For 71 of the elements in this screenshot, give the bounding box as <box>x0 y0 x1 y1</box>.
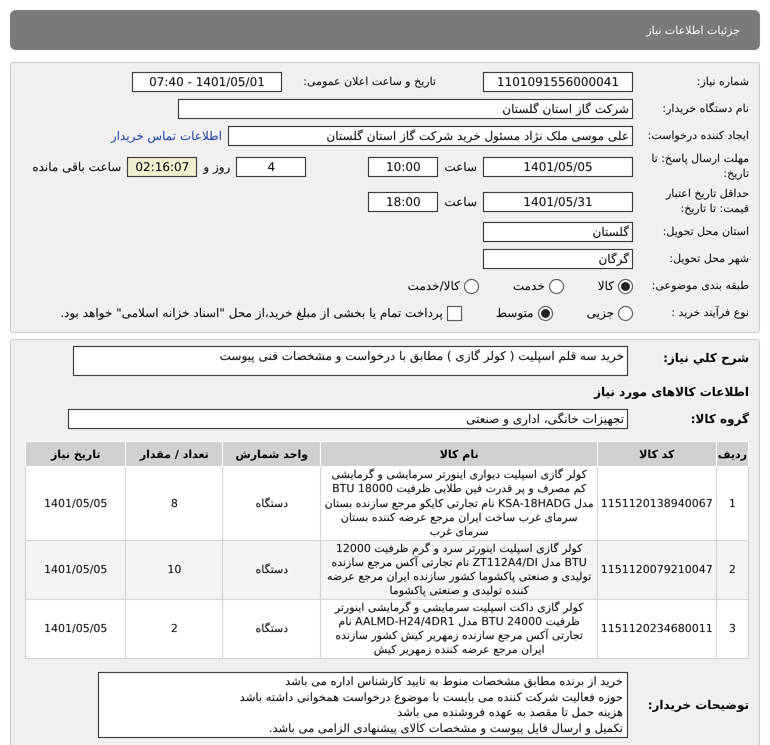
city-field: گرگان <box>483 249 633 270</box>
remaining-time-field: 02:16:07 <box>127 156 198 177</box>
table-cell: 2 <box>126 600 223 659</box>
option-label: کالا/خدمت <box>408 279 460 294</box>
table-cell: 1401/05/05 <box>26 600 126 659</box>
radio-button[interactable] <box>464 278 479 294</box>
table-cell: 1151120138940067 <box>597 466 716 540</box>
buyer-notes-field: خرید از برنده مطابق مشخصات منوط به تایید کارشناس اداره می باشد حوزه فعالیت شرکت کننده می بایست با موضوع درخواست همخوانی داشته باشد هزینه حمل تا مقصد به عهده فروشنده می باشد تکمیل و ارسال فایل پیوست و مشخصات کالای پیشنهادی الزامی می باشد. <box>98 672 628 738</box>
field-label: طبقه بندی موضوعی: <box>650 278 749 294</box>
province-field: گلستان <box>483 222 633 242</box>
field-label: گروه کالا: <box>690 411 749 428</box>
validity-date-field: 1401/05/31 <box>483 192 633 212</box>
table-cell: دستگاه <box>222 540 321 600</box>
checkbox-label: پرداخت تمام یا بخشی از مبلغ خرید،از محل "اسناد خزانه اسلامی" خواهد بود. <box>60 306 443 320</box>
validity-time-field: 18:00 <box>368 192 438 212</box>
contact-link[interactable]: اطلاعات تماس خریدار <box>110 129 222 143</box>
goods-group-field: تجهیزات خانگی، اداری و صنعتی <box>68 409 628 430</box>
table-cell: 1151120234680011 <box>597 600 716 659</box>
need-number-field: 1101091556000041 <box>483 72 633 92</box>
radio-button[interactable] <box>618 278 633 294</box>
table-cell: کولر گازی اسپلیت دیواری اینورتر سرمایشی و گرمایشی کم مصرف و پر قدرت فین طلایی ظرفیت 18000 BTU مدل KSA-18HADG نام تجارتی کایکو مرجع سازنده بستان سرمای غرب ساخت ایران مرجع عرضه کننده بستان سرمای غرب <box>320 466 598 540</box>
field-label: استان محل تحویل: <box>662 224 749 240</box>
days-label: روز و <box>203 160 230 174</box>
field-label: نوع فرآیند خرید : <box>670 306 749 321</box>
field-label: توضیحات خریدار: <box>646 697 749 714</box>
option-label: جزیی <box>586 306 614 320</box>
announce-date-field: 1401/05/01 - 07:40 <box>132 72 282 92</box>
field-label: شرح کلي نياز: <box>662 350 749 367</box>
column-header: ردیف <box>716 442 748 467</box>
time-label: ساعت <box>444 160 477 174</box>
checkbox[interactable] <box>446 306 462 321</box>
option-label: متوسط <box>496 306 534 320</box>
field-label: نام دستگاه خریدار: <box>661 102 749 116</box>
days-field: 4 <box>236 156 306 177</box>
option-label: خدمت <box>512 279 545 294</box>
column-header: کد کالا <box>597 442 716 467</box>
table-cell: کولر گازی داکت اسپلیت سرمایشی و گرمایشی اینورتر ظرفیت 24000 BTU مدل AALMD-H24/4DR1 نام تجارتی آکس مرجع سازنده زمهریر کیش کشور سازنده ایران مرجع عرضه کننده زمهریر کیش <box>320 600 598 659</box>
column-header: واحد شمارش <box>222 442 321 467</box>
table-cell: دستگاه <box>222 466 321 540</box>
section-heading: اطلاعات کالاهای مورد نیاز <box>592 385 749 400</box>
deadline-time-field: 10:00 <box>368 156 438 177</box>
field-label: شهر محل تحویل: <box>668 252 749 267</box>
table-cell: 3 <box>716 600 748 659</box>
radio-button[interactable] <box>618 306 633 321</box>
table-cell: 1401/05/05 <box>26 466 126 540</box>
column-header: نام کالا <box>320 442 598 467</box>
table-cell: 1 <box>716 466 748 540</box>
field-label: تاریخ و ساعت اعلان عمومی: <box>302 74 436 90</box>
deadline-date-field: 1401/05/05 <box>483 156 633 177</box>
table-cell: 1151120079210047 <box>597 540 716 600</box>
field-label: حداقل تاریخ اعتبار قیمت: تا تاریخ: <box>664 186 749 216</box>
page-title-bar: جزئیات اطلاعات نیاز <box>10 10 760 50</box>
field-label: شماره نیاز: <box>696 74 749 90</box>
table-cell: 10 <box>126 540 223 600</box>
buyer-org-field: شرکت گاز استان گلستان <box>178 99 633 119</box>
table-cell: 8 <box>126 466 223 540</box>
requester-field: علی موسی ملک نژاد مسئول خرید شرکت گاز استان گلستان <box>228 126 633 146</box>
column-header: تعداد / مقدار <box>126 442 223 467</box>
remaining-label: ساعت باقی مانده <box>32 160 122 174</box>
radio-button[interactable] <box>538 306 553 321</box>
radio-button[interactable] <box>548 278 564 294</box>
field-label: مهلت ارسال پاسخ: تا تاریخ: <box>650 152 749 182</box>
field-label: ایجاد کننده درخواست: <box>646 128 749 144</box>
table-cell: دستگاه <box>222 600 321 659</box>
table-cell: 1401/05/05 <box>26 540 126 600</box>
table-cell: 2 <box>716 540 748 600</box>
time-label: ساعت <box>444 194 477 209</box>
table-cell: کولر گازی اسپلیت اینورتر سرد و گرم ظرفیت 12000 BTU مدل ZT112A4/DI نام تجارتی آکس مرجع سازنده تولیدی و صنعتی پاکشوما کشور سازنده ایران مرجع عرضه کننده تولیدی و صنعتی پاکشوما <box>320 540 598 600</box>
option-label: کالا <box>598 279 614 294</box>
summary-field: خرید سه قلم اسپلیت ( کولر گازی ) مطابق با درخواست و مشخصات فنی پیوست <box>73 346 628 376</box>
column-header: تاریخ نیاز <box>26 442 126 467</box>
